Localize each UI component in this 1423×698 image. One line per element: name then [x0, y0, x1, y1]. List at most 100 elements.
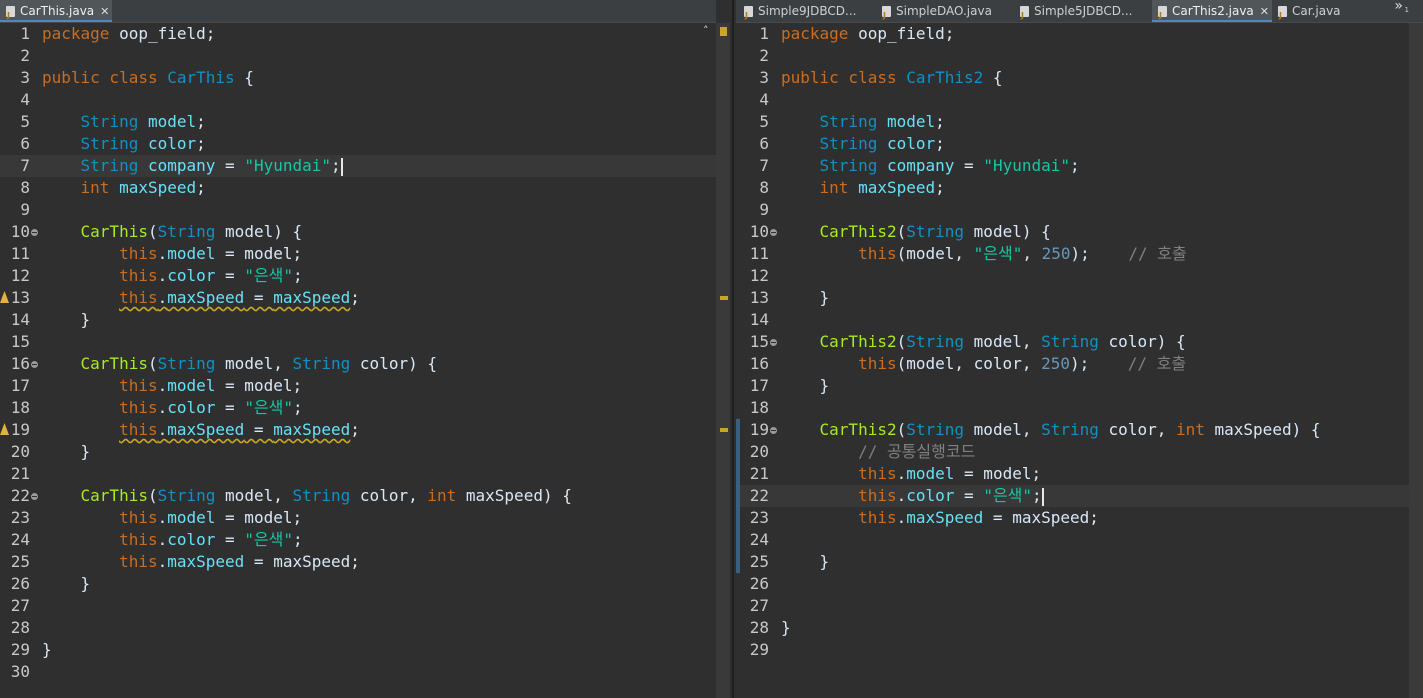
code-line[interactable]: 5 String model; [0, 111, 716, 133]
pane-divider[interactable] [732, 0, 734, 698]
code-line[interactable]: 17 this.model = model; [0, 375, 716, 397]
code-line[interactable]: 8 int maxSpeed; [736, 177, 1423, 199]
code-line[interactable]: 13 } [736, 287, 1423, 309]
code-text: int maxSpeed; [42, 177, 206, 199]
code-line[interactable]: 14 [736, 309, 1423, 331]
code-line[interactable]: 3 public class CarThis2 { [736, 67, 1423, 89]
code-line[interactable]: 15 [0, 331, 716, 353]
tab-carthis[interactable]: CarThis.java ✕ [0, 0, 112, 27]
code-token: this [119, 420, 158, 439]
line-number: 22 [749, 486, 769, 505]
code-line[interactable]: 10 CarThis(String model) { [0, 221, 716, 243]
code-token: = [215, 398, 245, 417]
code-line[interactable]: 7 String company = "Hyundai"; [0, 155, 716, 177]
fold-toggle-icon[interactable] [31, 361, 38, 368]
code-line[interactable]: 4 [736, 89, 1423, 111]
fold-toggle-icon[interactable] [770, 427, 777, 434]
code-line[interactable]: 6 String color; [736, 133, 1423, 155]
left-overview-ruler[interactable] [716, 23, 730, 698]
code-line[interactable]: 19 CarThis2(String model, String color, … [736, 419, 1423, 441]
code-line[interactable]: 27 [0, 595, 716, 617]
code-line[interactable]: 10 CarThis2(String model) { [736, 221, 1423, 243]
right-code-editor[interactable]: 1 package oop_field; 2 3 public class CarThi… [736, 23, 1423, 698]
code-line[interactable]: 16 this(model, color, 250); // 호출 [736, 353, 1423, 375]
code-line[interactable]: 21 [0, 463, 716, 485]
right-overview-ruler[interactable] [1409, 23, 1423, 698]
code-line[interactable]: 6 String color; [0, 133, 716, 155]
code-line[interactable]: 21 this.model = model; [736, 463, 1423, 485]
code-line[interactable]: 2 [0, 45, 716, 67]
code-token: String [819, 112, 887, 131]
fold-toggle-icon[interactable] [31, 229, 38, 236]
code-line[interactable]: 5 String model; [736, 111, 1423, 133]
code-line[interactable]: 12 [736, 265, 1423, 287]
code-line[interactable]: 22 this.color = "은색"; [736, 485, 1423, 507]
code-line[interactable]: 20 } [0, 441, 716, 463]
code-token: model, [225, 486, 293, 505]
line-number: 24 [10, 530, 30, 549]
code-line[interactable]: 30 [0, 661, 716, 683]
code-line[interactable]: 24 this.color = "은색"; [0, 529, 716, 551]
close-icon[interactable]: ✕ [1260, 5, 1269, 18]
tab-simple5jdbc[interactable]: Simple5JDBCD... [1020, 0, 1148, 27]
code-token: (model, color, [896, 354, 1042, 373]
code-line[interactable]: 25 this.maxSpeed = maxSpeed; [0, 551, 716, 573]
code-line[interactable]: 23 this.model = model; [0, 507, 716, 529]
code-line[interactable]: 16 CarThis(String model, String color) { [0, 353, 716, 375]
code-token: ; [331, 156, 341, 175]
code-line[interactable]: 26 [736, 573, 1423, 595]
warning-marker[interactable] [720, 428, 728, 432]
code-line[interactable]: 19 this.maxSpeed = maxSpeed; [0, 419, 716, 441]
left-code-editor[interactable]: 1 package oop_field; 2 3 public class CarThi… [0, 23, 716, 698]
line-number: 26 [10, 574, 30, 593]
code-line[interactable]: 14 } [0, 309, 716, 331]
code-line[interactable]: 9 [736, 199, 1423, 221]
code-token: } [781, 288, 830, 307]
code-line[interactable]: 1 package oop_field; [0, 23, 716, 45]
fold-toggle-icon[interactable] [31, 493, 38, 500]
code-line[interactable]: 11 this(model, "은색", 250); // 호출 [736, 243, 1423, 265]
scroll-up-arrow-icon[interactable]: ˄ [703, 24, 709, 37]
fold-toggle-icon[interactable] [770, 339, 777, 346]
code-line[interactable]: 27 [736, 595, 1423, 617]
code-line[interactable]: 23 this.maxSpeed = maxSpeed; [736, 507, 1423, 529]
code-line[interactable]: 1 package oop_field; [736, 23, 1423, 45]
code-line[interactable]: 26 } [0, 573, 716, 595]
fold-toggle-icon[interactable] [770, 229, 777, 236]
code-line[interactable]: 29} [0, 639, 716, 661]
code-line[interactable]: 18 [736, 397, 1423, 419]
code-line[interactable]: 8 int maxSpeed; [0, 177, 716, 199]
code-line[interactable]: 7 String company = "Hyundai"; [736, 155, 1423, 177]
code-line[interactable]: 2 [736, 45, 1423, 67]
code-line[interactable]: 28} [736, 617, 1423, 639]
code-line[interactable]: 28 [0, 617, 716, 639]
warning-marker[interactable] [720, 296, 728, 300]
code-line[interactable]: 25 } [736, 551, 1423, 573]
code-line[interactable]: 4 [0, 89, 716, 111]
tab-car[interactable]: Car.java [1278, 0, 1368, 27]
text-caret [340, 157, 343, 176]
code-line[interactable]: 13 this.maxSpeed = maxSpeed; [0, 287, 716, 309]
code-token: model [167, 508, 216, 527]
code-line[interactable]: 18 this.color = "은색"; [0, 397, 716, 419]
close-icon[interactable]: ✕ [100, 5, 109, 18]
code-line[interactable]: 24 [736, 529, 1423, 551]
code-line[interactable]: 11 this.model = model; [0, 243, 716, 265]
code-line[interactable]: 15 CarThis2(String model, String color) … [736, 331, 1423, 353]
tab-simple9jdbc[interactable]: Simple9JDBCD... [744, 0, 872, 27]
code-line[interactable]: 29 [736, 639, 1423, 661]
line-number: 18 [10, 398, 30, 417]
tab-simpledao[interactable]: SimpleDAO.java [882, 0, 1010, 27]
code-line[interactable]: 9 [0, 199, 716, 221]
code-line[interactable]: 22 CarThis(String model, String color, i… [0, 485, 716, 507]
code-line[interactable]: 12 this.color = "은색"; [0, 265, 716, 287]
tab-overflow-chevron-icon[interactable]: » [1394, 0, 1403, 14]
line-number: 12 [749, 266, 769, 285]
tab-title: Simple9JDBCD... [758, 4, 857, 18]
tab-carthis2[interactable]: CarThis2.java ✕ [1152, 0, 1272, 27]
code-line[interactable]: 3 public class CarThis { [0, 67, 716, 89]
code-line[interactable]: 20 // 공통실행코드 [736, 441, 1423, 463]
code-line[interactable]: 17 } [736, 375, 1423, 397]
